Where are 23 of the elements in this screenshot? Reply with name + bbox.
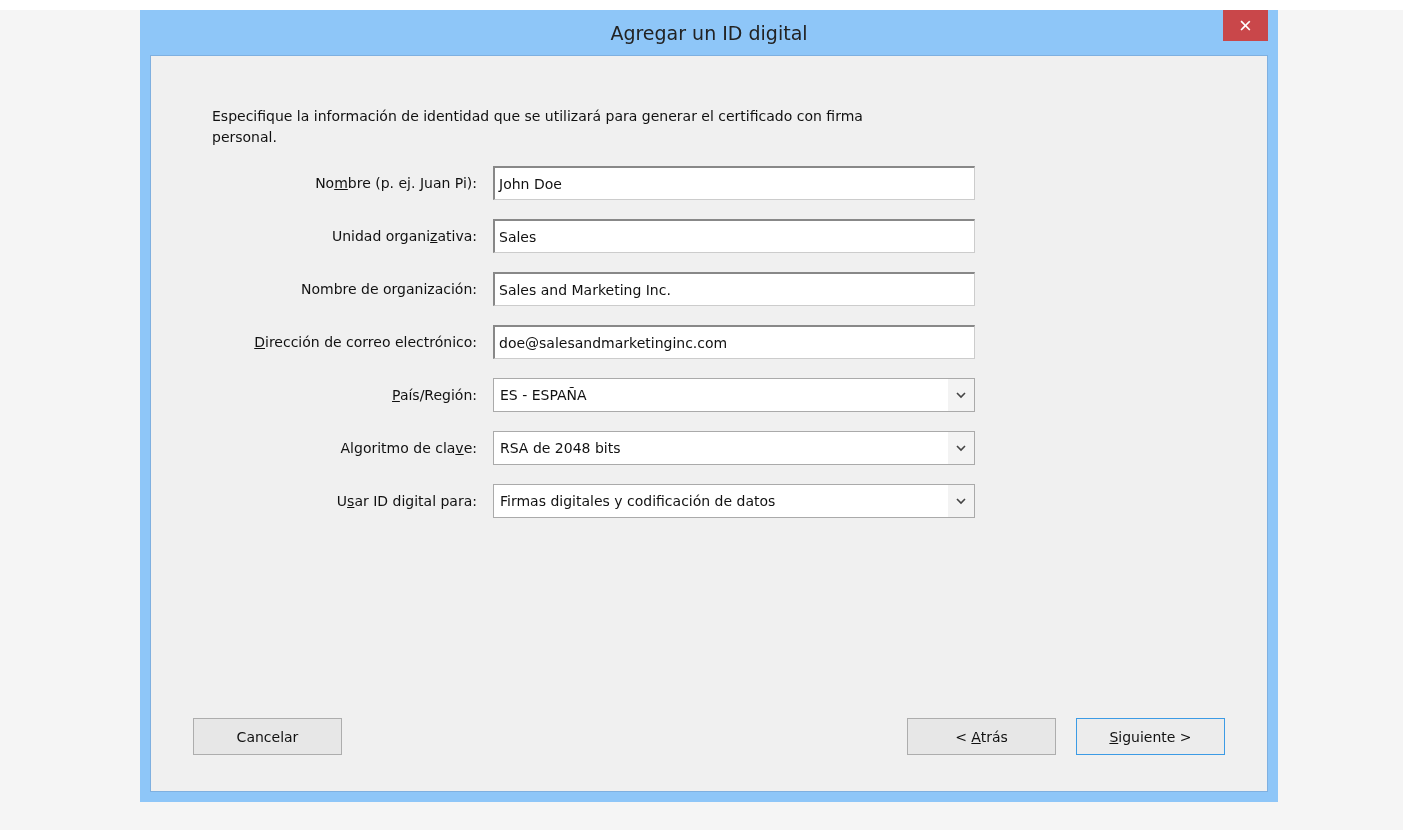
field-label: Nombre de organización: [300,281,477,297]
dropdown[interactable]: RSA de 2048 bits [493,431,975,465]
field-label: Usar ID digital para: [335,493,477,509]
text-field[interactable]: John Doe [493,166,975,200]
field-label: Nombre (p. ej. Juan Pi): [314,175,477,191]
text-field[interactable]: doe@salesandmarketinginc.com [493,325,975,359]
instruction-text: Especifique la información de identidad que se utilizará para generar el certificado con firma personal. [212,107,864,147]
dropdown[interactable]: Firmas digitales y codificación de datos [493,484,975,518]
dialog-button[interactable]: < Atrás [907,718,1056,755]
dropdown[interactable]: ES - ESPAÑA [493,378,975,412]
field-label: Unidad organizativa: [330,228,477,244]
chevron-down-icon [956,391,966,399]
field-label: Algoritmo de clave: [339,440,477,456]
text-field[interactable]: Sales and Marketing Inc. [493,272,975,306]
dialog-button[interactable]: Siguiente > [1076,718,1225,755]
close-button[interactable]: × [1223,10,1268,41]
chevron-down-icon [956,497,966,505]
window-title: Agregar un ID digital [610,21,808,44]
chevron-down-icon [956,444,966,452]
field-label: Dirección de correo electrónico: [253,334,477,350]
field-label: País/Región: [391,387,477,403]
dialog-button[interactable]: Cancelar [193,718,342,755]
text-field[interactable]: Sales [493,219,975,253]
